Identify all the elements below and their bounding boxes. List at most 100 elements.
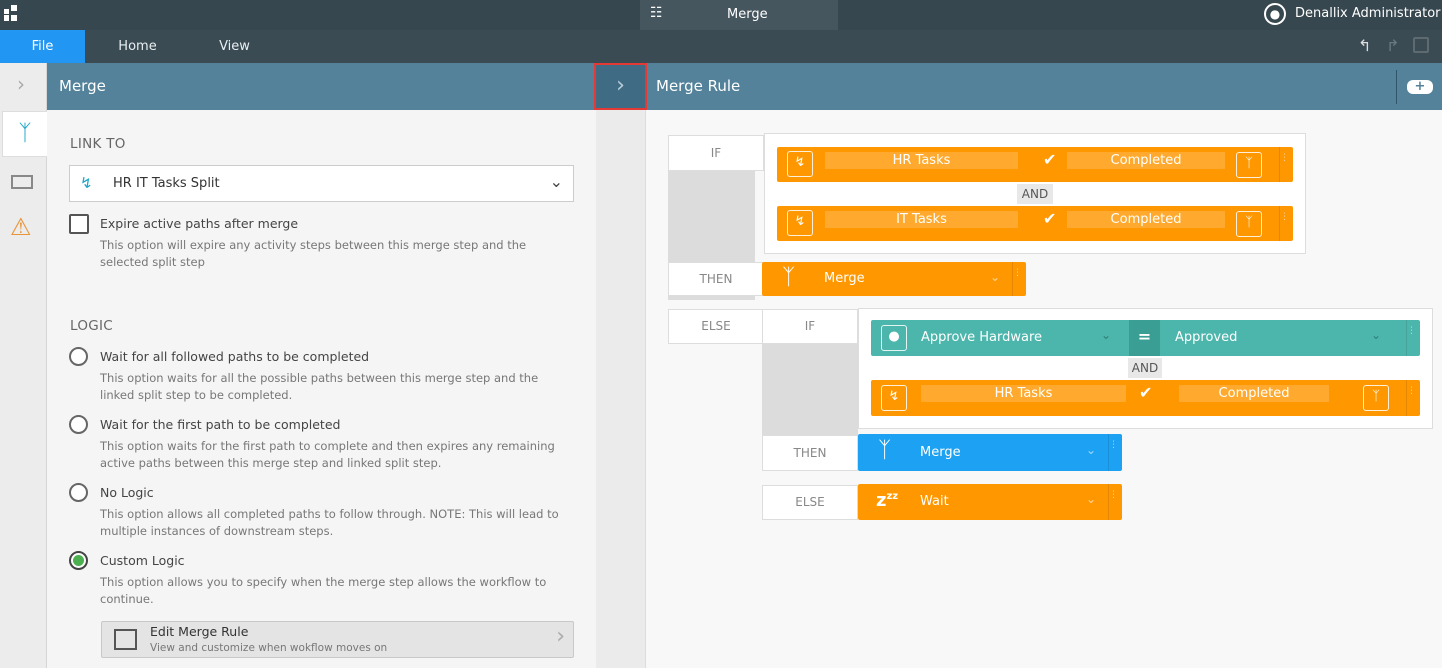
option-desc: This option waits for the first path to … — [100, 439, 555, 470]
user-avatar-icon: ● — [1264, 3, 1286, 25]
condition-step[interactable]: IT Tasks — [825, 211, 1018, 228]
chevron-down-icon[interactable]: ⌄ — [1086, 492, 1096, 506]
chevron-down-icon[interactable]: ⌄ — [1101, 328, 1111, 342]
expand-rail-icon[interactable]: › — [17, 72, 25, 96]
condition-value[interactable]: Approved — [1175, 330, 1237, 345]
else-label: ELSE — [668, 309, 764, 344]
chevron-down-icon[interactable]: ⌄ — [1371, 328, 1381, 342]
split-icon: ↯ — [881, 385, 907, 411]
option-desc: This option waits for all the possible p… — [100, 371, 539, 402]
condition-row[interactable]: ↯ IT Tasks ✔ Completed ᛉ ⋮⋮ — [777, 206, 1298, 241]
option-desc: This option allows you to specify when t… — [100, 575, 547, 606]
chevron-down-icon: ⌄ — [549, 172, 563, 191]
option-label: Wait for the first path to be completed — [100, 417, 341, 432]
check-icon: ✔ — [1043, 150, 1057, 169]
condition-value[interactable]: Completed — [1067, 152, 1225, 169]
workflow-icon: ☷ — [650, 5, 663, 21]
merge-icon: ᛉ — [1363, 385, 1389, 411]
panel-title: Merge — [47, 63, 596, 110]
radio-custom-logic[interactable] — [69, 551, 88, 570]
then-label: THEN — [762, 435, 858, 471]
equals-operator[interactable]: = — [1129, 320, 1160, 356]
drag-handle[interactable]: ⋮⋮ — [1279, 147, 1298, 182]
user-name: Denallix Administrator — [1295, 6, 1441, 21]
if-label: IF — [668, 135, 764, 171]
else-label: ELSE — [762, 485, 858, 520]
link-to-value: HR IT Tasks Split — [113, 176, 220, 191]
link-to-dropdown[interactable]: ↯ HR IT Tasks Split ⌄ — [69, 165, 574, 202]
layout-icon — [114, 629, 137, 650]
radio-wait-all[interactable] — [69, 347, 88, 366]
condition-row[interactable]: ↯ HR Tasks ✔ Completed ᛉ ⋮⋮ — [871, 380, 1425, 416]
edit-button-title: Edit Merge Rule — [150, 624, 249, 639]
drag-handle[interactable]: ⋮⋮ — [1406, 380, 1425, 416]
split-icon: ↯ — [80, 174, 93, 192]
option-label: Wait for all followed paths to be comple… — [100, 349, 370, 364]
merge-icon: ᛉ — [782, 265, 796, 290]
drag-handle[interactable]: ⋮⋮ — [1012, 262, 1031, 296]
drag-handle[interactable]: ⋮⋮ — [1108, 484, 1127, 520]
drag-handle[interactable]: ⋮⋮ — [1406, 320, 1425, 356]
chevron-right-icon: › — [556, 624, 565, 649]
condition-value[interactable]: Completed — [1067, 211, 1225, 228]
else-action-wait[interactable]: zzz Wait ⌄ ⋮⋮ — [858, 484, 1127, 520]
condition-step[interactable]: HR Tasks — [921, 385, 1126, 402]
then-action-merge[interactable]: ᛉ Merge ⌄ ⋮⋮ — [858, 434, 1127, 471]
then-label: THEN — [668, 262, 764, 296]
undo-icon[interactable]: ↰ — [1358, 36, 1371, 55]
sleep-icon: zzz — [876, 490, 899, 511]
condition-row[interactable]: ↯ HR Tasks ✔ Completed ᛉ ⋮⋮ — [777, 147, 1298, 182]
rail-tab-merge[interactable]: ᛉ — [2, 111, 47, 157]
window-tab-merge[interactable]: ☷ Merge — [640, 0, 838, 30]
merge-icon: ᛉ — [18, 121, 32, 146]
user-icon: ● — [881, 325, 907, 351]
condition-step[interactable]: Approve Hardware — [921, 330, 1042, 345]
merge-icon: ᛉ — [878, 438, 892, 463]
check-icon: ✔ — [1043, 209, 1057, 228]
expire-checkbox[interactable] — [69, 214, 89, 234]
drag-handle[interactable]: ⋮⋮ — [1279, 206, 1298, 241]
expire-label: Expire active paths after merge — [100, 216, 299, 231]
expire-desc: This option will expire any activity ste… — [100, 238, 527, 269]
else-if-gutter — [762, 343, 858, 435]
split-icon: ↯ — [787, 210, 813, 236]
logic-heading: LOGIC — [70, 318, 114, 334]
header-divider — [1396, 70, 1397, 104]
action-label: Merge — [920, 445, 961, 460]
and-label: AND — [1128, 358, 1162, 378]
tab-home[interactable]: Home — [95, 30, 180, 63]
panel-divider — [596, 110, 646, 668]
action-label: Wait — [920, 494, 949, 509]
drag-handle[interactable]: ⋮⋮ — [1108, 434, 1127, 471]
rule-title: Merge Rule — [646, 63, 1442, 110]
link-to-heading: LINK TO — [70, 136, 126, 152]
option-desc: This option allows all completed paths t… — [100, 507, 559, 538]
tab-file[interactable]: File — [0, 30, 85, 63]
condition-value[interactable]: Completed — [1179, 385, 1329, 402]
and-label: AND — [1017, 184, 1053, 204]
warning-icon[interactable]: ⚠ — [10, 213, 32, 241]
chevron-down-icon[interactable]: ⌄ — [1086, 443, 1096, 457]
save-icon[interactable] — [1413, 37, 1429, 53]
apps-icon[interactable] — [4, 5, 20, 21]
radio-no-logic[interactable] — [69, 483, 88, 502]
condition-row[interactable]: ● Approve Hardware ⌄ = Approved ⌄ ⋮⋮ — [871, 320, 1425, 356]
collapse-panel-button[interactable]: › — [594, 63, 647, 110]
properties-icon[interactable] — [11, 175, 33, 189]
split-icon: ↯ — [787, 151, 813, 177]
merge-icon: ᛉ — [1236, 211, 1262, 237]
radio-wait-first[interactable] — [69, 415, 88, 434]
tab-view[interactable]: View — [192, 30, 277, 63]
edit-button-subtitle: View and customize when wokflow moves on — [150, 642, 388, 654]
option-label: No Logic — [100, 485, 154, 500]
action-label: Merge — [824, 271, 865, 286]
chevron-down-icon[interactable]: ⌄ — [990, 270, 1000, 284]
add-step-button[interactable]: + — [1407, 80, 1433, 94]
option-label: Custom Logic — [100, 553, 185, 568]
window-tab-label: Merge — [727, 7, 768, 22]
redo-icon[interactable]: ↱ — [1386, 36, 1399, 55]
edit-merge-rule-button[interactable]: Edit Merge Rule View and customize when … — [101, 621, 574, 658]
condition-step[interactable]: HR Tasks — [825, 152, 1018, 169]
then-action-merge[interactable]: ᛉ Merge ⌄ ⋮⋮ — [762, 262, 1031, 296]
check-icon: ✔ — [1139, 383, 1153, 402]
